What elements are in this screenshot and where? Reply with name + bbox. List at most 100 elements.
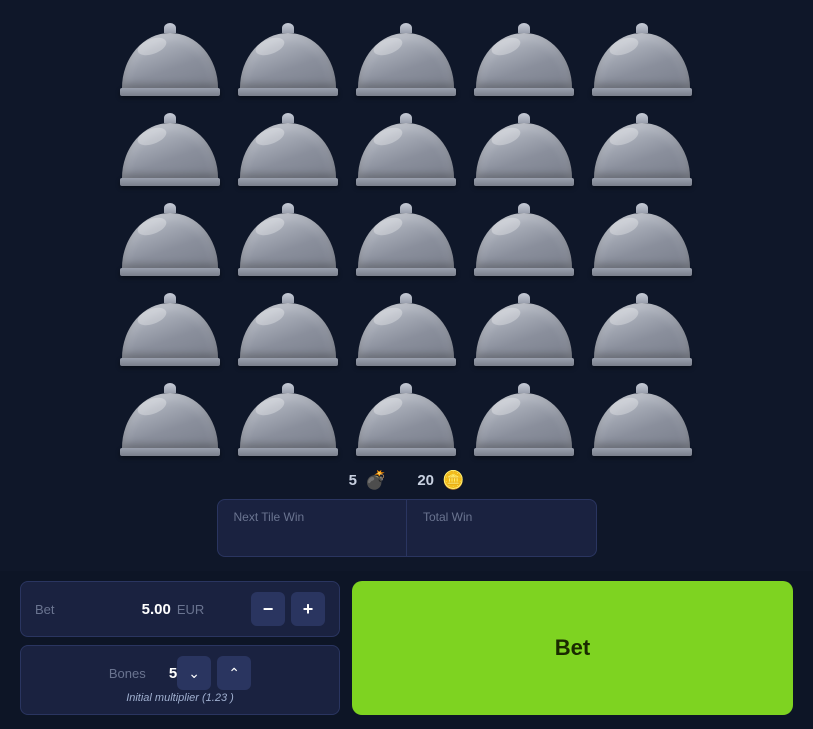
tile-5[interactable] — [589, 20, 695, 100]
dome-body — [122, 33, 218, 88]
dome-base — [238, 268, 338, 276]
tile-6[interactable] — [117, 110, 223, 190]
dome-base — [120, 358, 220, 366]
tile-22[interactable] — [235, 380, 341, 460]
dome-base — [120, 178, 220, 186]
tile-16[interactable] — [117, 290, 223, 370]
dome-handle — [636, 23, 648, 33]
dome-handle — [518, 293, 530, 303]
win-panels: Next Tile Win Total Win — [217, 499, 597, 557]
dome-body — [594, 393, 690, 448]
dome-base — [356, 178, 456, 186]
dome-base — [592, 448, 692, 456]
bet-increase-button[interactable]: + — [291, 592, 325, 626]
dome-base — [120, 448, 220, 456]
dome-body — [476, 303, 572, 358]
dome-handle — [282, 203, 294, 213]
total-win-label: Total Win — [423, 510, 580, 524]
bet-value: 5.00EUR — [95, 601, 251, 618]
dome-handle — [164, 113, 176, 123]
mines-info: 5 💣 — [349, 470, 388, 491]
dome-handle — [636, 203, 648, 213]
dome-handle — [636, 293, 648, 303]
tile-8[interactable] — [353, 110, 459, 190]
tile-21[interactable] — [117, 380, 223, 460]
dome-handle — [282, 113, 294, 123]
tile-20[interactable] — [589, 290, 695, 370]
dome-handle — [400, 383, 412, 393]
next-tile-win-panel: Next Tile Win — [217, 499, 407, 557]
tile-2[interactable] — [235, 20, 341, 100]
bones-row: Bones 5 ⌄ ⌃ Initial multiplier (1.23 ) — [20, 645, 340, 715]
tile-10[interactable] — [589, 110, 695, 190]
bones-decrease-button[interactable]: ⌄ — [177, 656, 211, 690]
dome-body — [476, 33, 572, 88]
dome-base — [356, 358, 456, 366]
tile-4[interactable] — [471, 20, 577, 100]
dome-body — [594, 123, 690, 178]
tile-18[interactable] — [353, 290, 459, 370]
dome-body — [594, 303, 690, 358]
dome-handle — [518, 23, 530, 33]
tile-13[interactable] — [353, 200, 459, 280]
tile-grid — [117, 20, 697, 460]
left-controls: Bet 5.00EUR − + Bones 5 ⌄ ⌃ Initial mult… — [20, 581, 340, 715]
dome-body — [358, 33, 454, 88]
bet-label: Bet — [35, 602, 95, 617]
tile-24[interactable] — [471, 380, 577, 460]
dome-handle — [400, 203, 412, 213]
dome-base — [238, 358, 338, 366]
dome-body — [240, 393, 336, 448]
tile-15[interactable] — [589, 200, 695, 280]
dome-handle — [164, 293, 176, 303]
tile-25[interactable] — [589, 380, 695, 460]
dome-base — [356, 448, 456, 456]
dome-handle — [282, 293, 294, 303]
dome-body — [594, 33, 690, 88]
dome-body — [122, 123, 218, 178]
dome-handle — [518, 383, 530, 393]
tile-14[interactable] — [471, 200, 577, 280]
multiplier-text: Initial multiplier (1.23 ) — [126, 692, 234, 704]
dome-handle — [400, 113, 412, 123]
gems-count: 20 — [417, 472, 434, 489]
info-bar: 5 💣 20 🪙 — [349, 470, 465, 491]
game-area: 5 💣 20 🪙 Next Tile Win Total Win — [0, 0, 813, 571]
tile-11[interactable] — [117, 200, 223, 280]
bones-increase-button[interactable]: ⌃ — [217, 656, 251, 690]
tile-23[interactable] — [353, 380, 459, 460]
tile-9[interactable] — [471, 110, 577, 190]
dome-handle — [164, 23, 176, 33]
bones-label: Bones — [109, 666, 169, 681]
tile-12[interactable] — [235, 200, 341, 280]
bet-row: Bet 5.00EUR − + — [20, 581, 340, 637]
bones-value: 5 — [169, 665, 177, 682]
tile-19[interactable] — [471, 290, 577, 370]
dome-body — [358, 303, 454, 358]
dome-base — [238, 178, 338, 186]
dome-base — [238, 88, 338, 96]
dome-base — [474, 178, 574, 186]
dome-body — [476, 393, 572, 448]
bones-main: Bones 5 ⌄ ⌃ — [109, 656, 251, 690]
dome-body — [240, 303, 336, 358]
dome-handle — [282, 23, 294, 33]
bet-decrease-button[interactable]: − — [251, 592, 285, 626]
dome-body — [476, 123, 572, 178]
dome-base — [120, 268, 220, 276]
dome-base — [474, 88, 574, 96]
tile-3[interactable] — [353, 20, 459, 100]
bottom-controls: Bet 5.00EUR − + Bones 5 ⌄ ⌃ Initial mult… — [0, 571, 813, 729]
tile-17[interactable] — [235, 290, 341, 370]
dome-base — [592, 358, 692, 366]
dome-body — [122, 213, 218, 268]
dome-base — [592, 88, 692, 96]
dome-body — [358, 393, 454, 448]
mines-count: 5 — [349, 472, 357, 489]
bet-button[interactable]: Bet — [352, 581, 793, 715]
tile-1[interactable] — [117, 20, 223, 100]
dome-handle — [400, 23, 412, 33]
tile-7[interactable] — [235, 110, 341, 190]
dome-base — [474, 268, 574, 276]
gems-icon: 🪙 — [442, 470, 464, 491]
